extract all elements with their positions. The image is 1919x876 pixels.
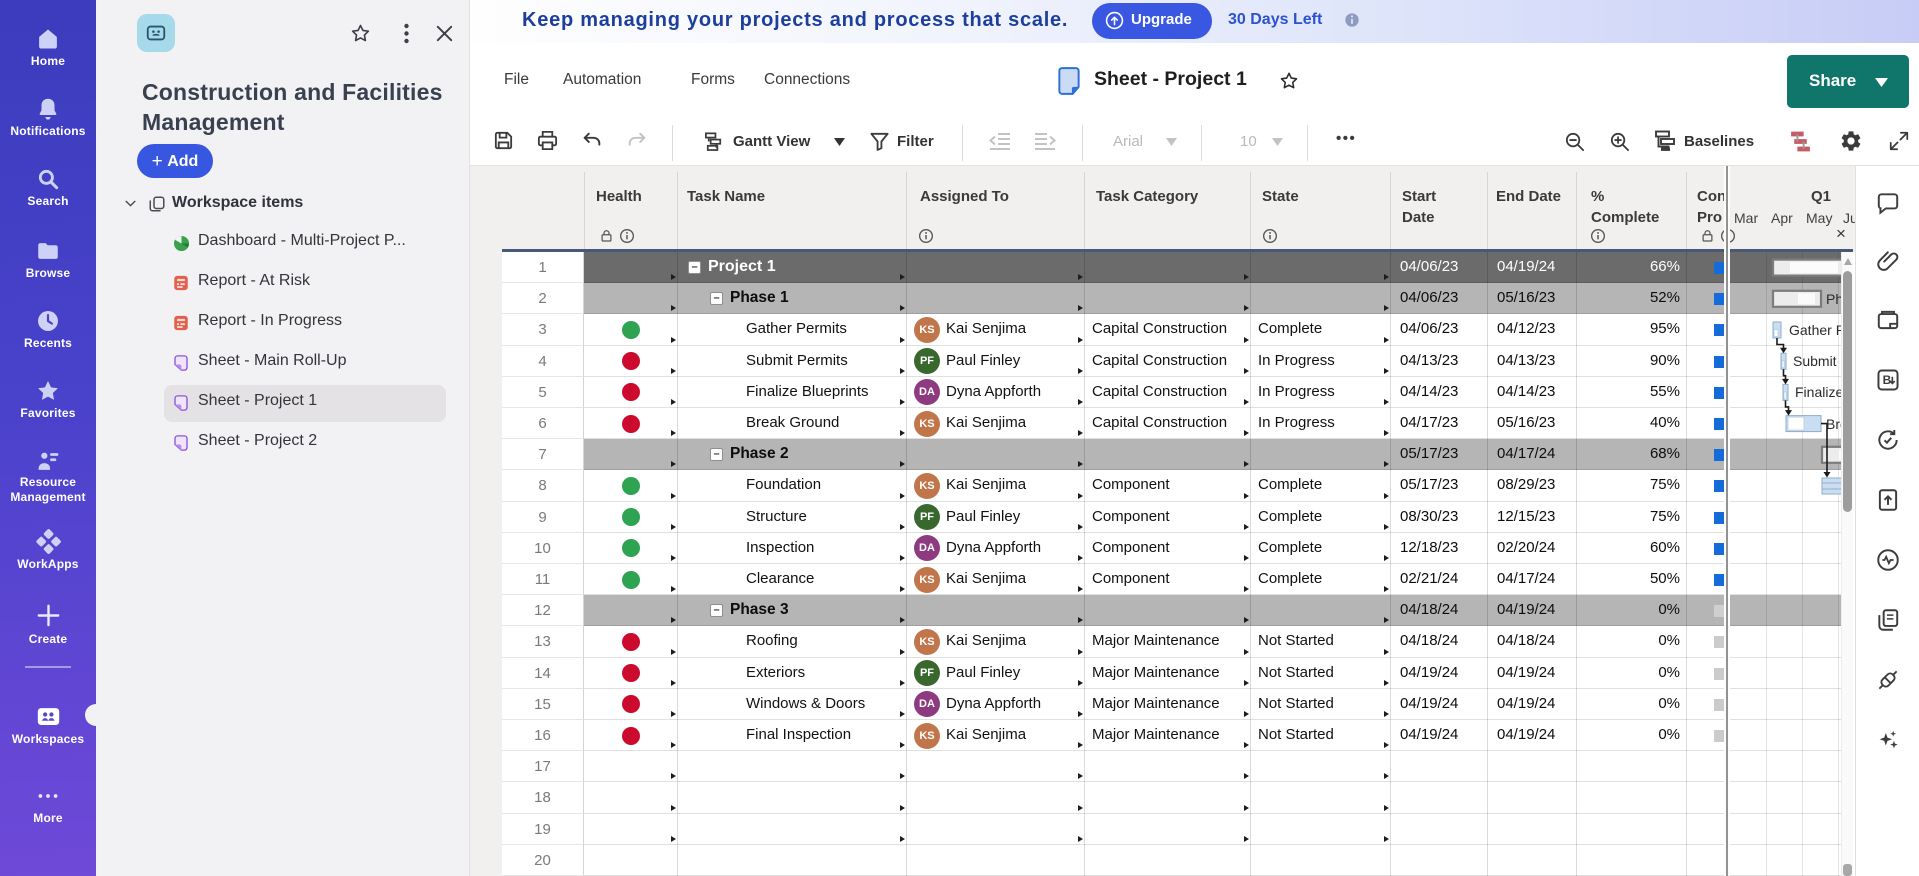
svg-text:B: B xyxy=(1883,373,1892,387)
